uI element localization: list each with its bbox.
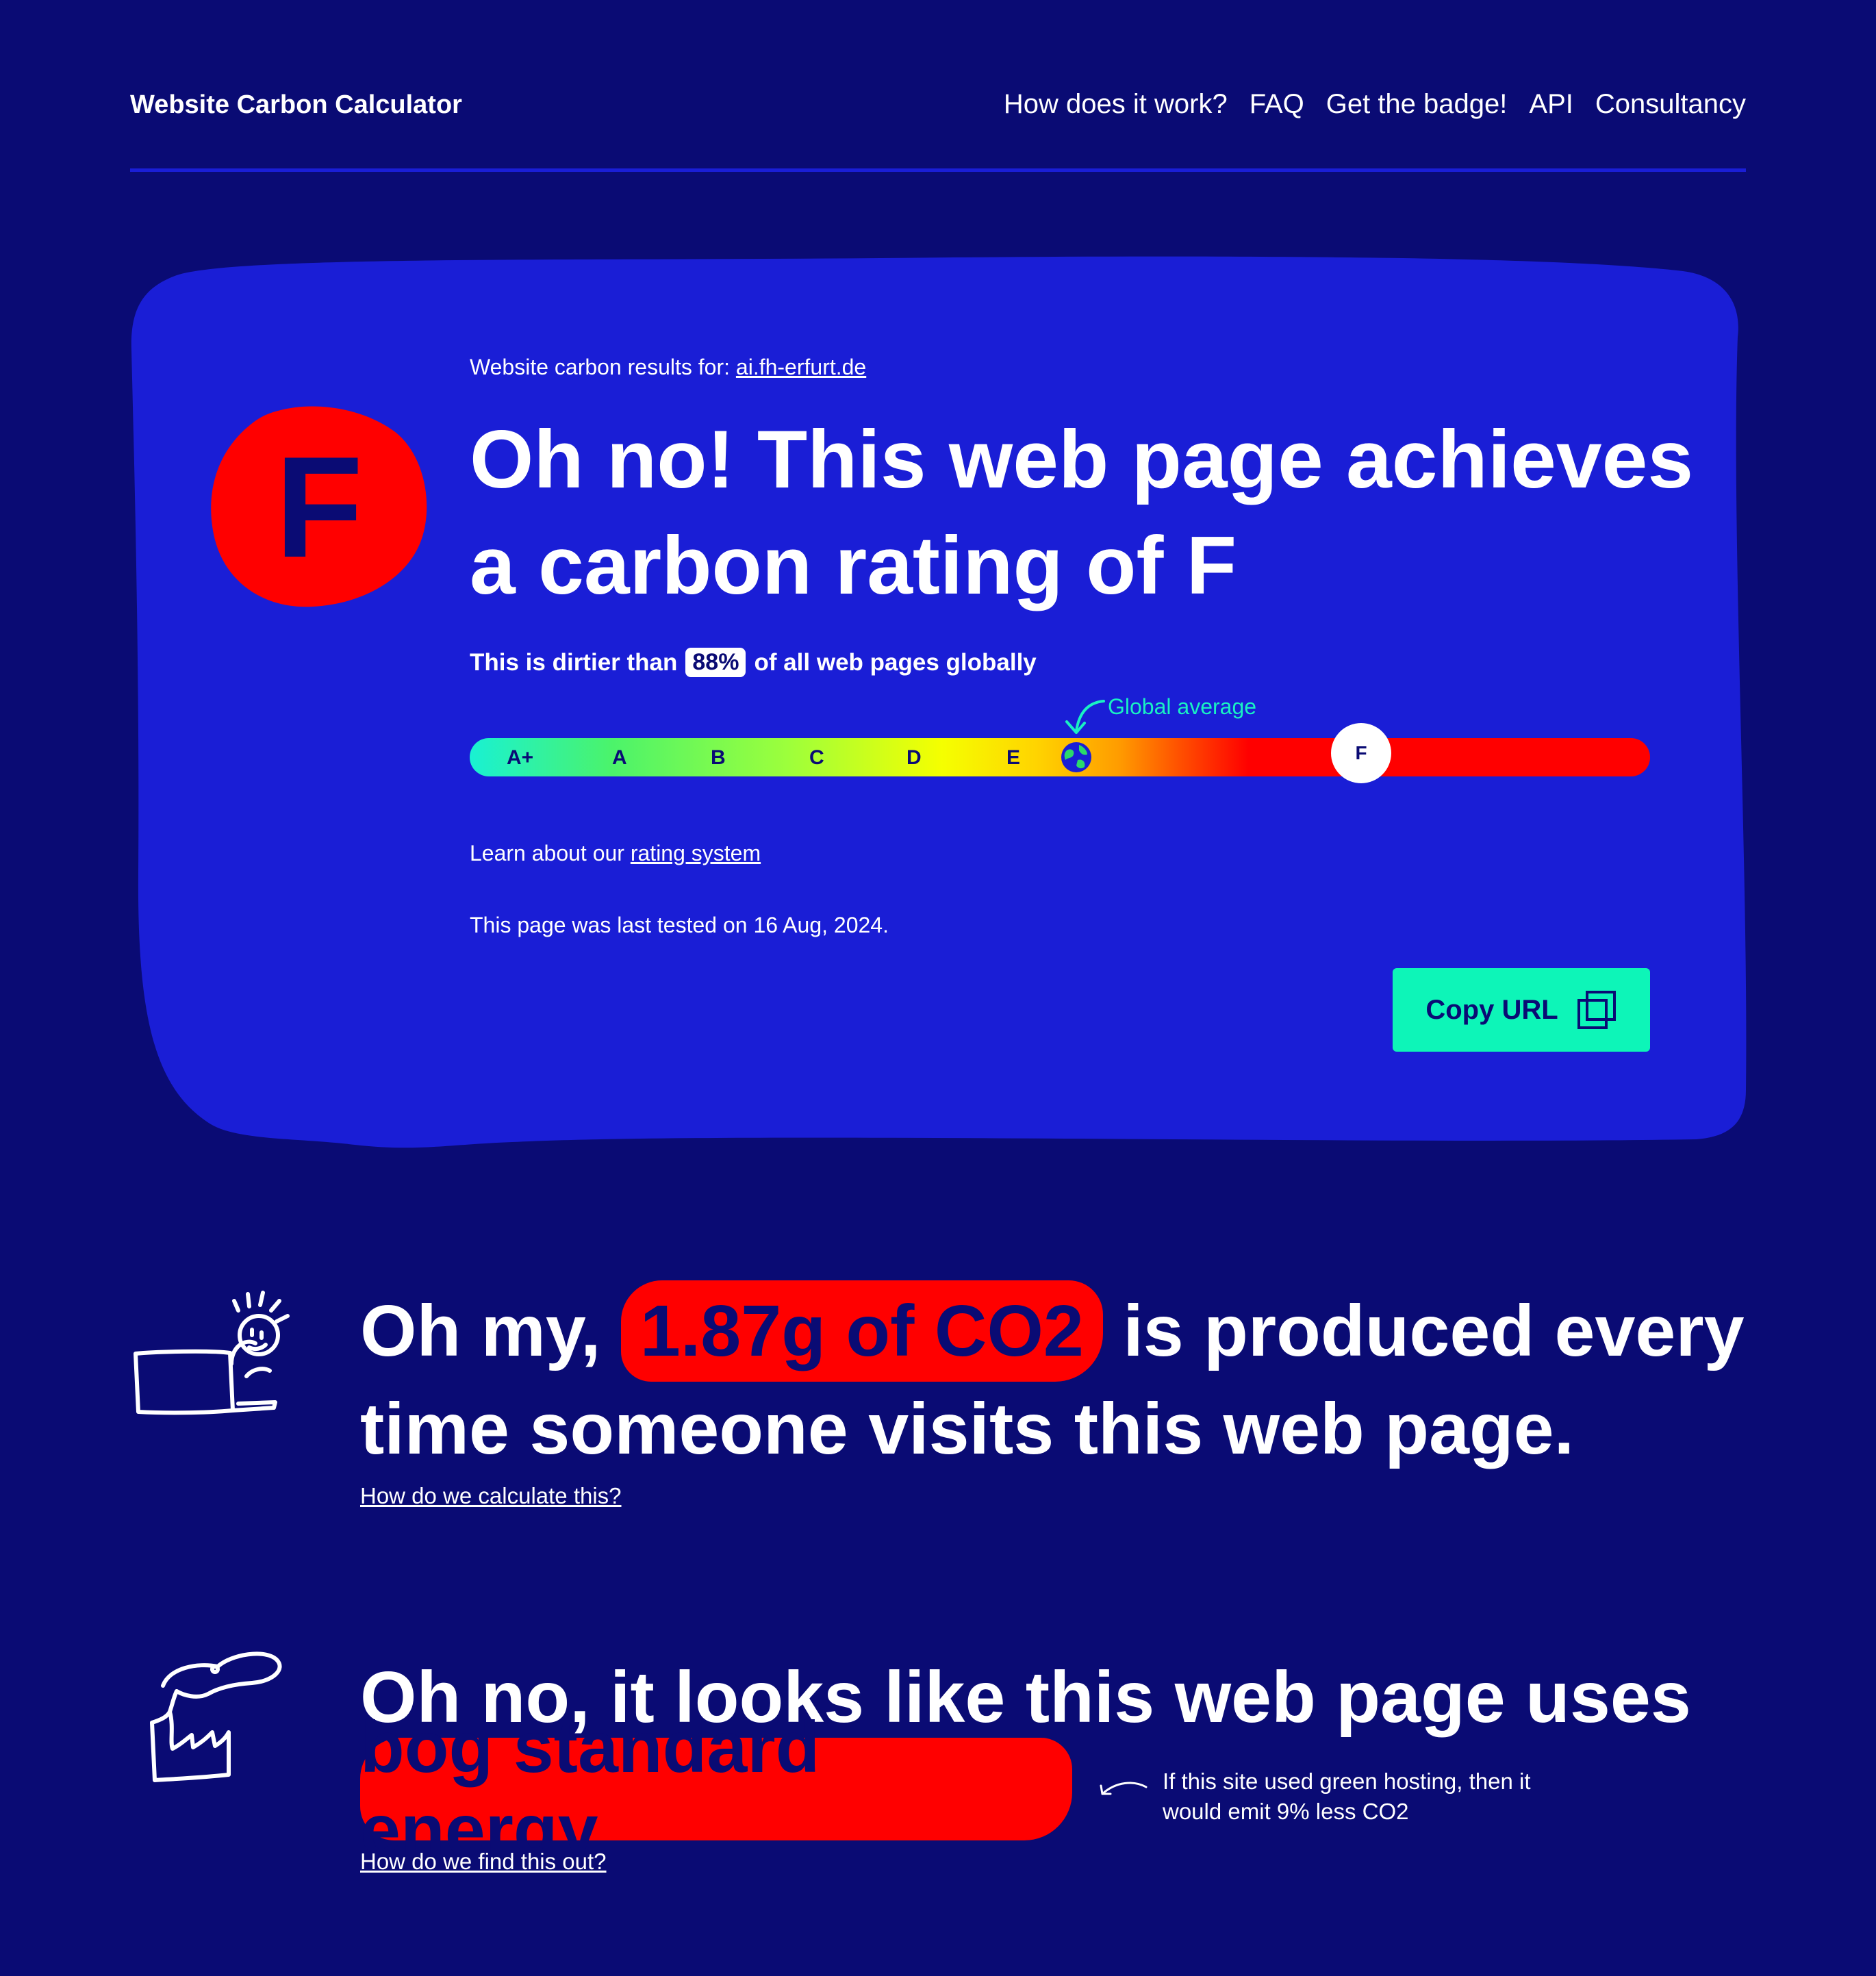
nav-api[interactable]: API bbox=[1529, 89, 1573, 120]
dirtier-prefix: This is dirtier than bbox=[470, 648, 678, 676]
scale-label-b: B bbox=[711, 746, 726, 769]
site-header: Website Carbon Calculator How does it wo… bbox=[130, 82, 1746, 171]
dirtier-suffix: of all web pages globally bbox=[754, 648, 1037, 676]
laptop-person-illustration bbox=[134, 1291, 290, 1415]
scale-label-d: D bbox=[907, 746, 922, 769]
calculate-link[interactable]: How do we calculate this? bbox=[360, 1483, 622, 1509]
nav-consultancy[interactable]: Consultancy bbox=[1595, 89, 1746, 120]
copy-url-button[interactable]: Copy URL bbox=[1393, 968, 1650, 1052]
result-label-prefix: Website carbon results for: bbox=[470, 355, 731, 379]
rating-system-link[interactable]: rating system bbox=[631, 841, 761, 865]
dirtier-statement: This is dirtier than 88% of all web page… bbox=[470, 648, 1037, 677]
result-label: Website carbon results for: ai.fh-erfurt… bbox=[470, 355, 866, 380]
green-hosting-note: If this site used green hosting, then it… bbox=[1163, 1769, 1531, 1824]
rating-marker: F bbox=[1331, 723, 1391, 783]
nav-get-badge[interactable]: Get the badge! bbox=[1326, 89, 1508, 120]
globe-icon bbox=[1061, 742, 1091, 772]
global-average-label: Global average bbox=[1108, 694, 1257, 719]
site-brand[interactable]: Website Carbon Calculator bbox=[130, 90, 462, 120]
result-headline: Oh no! This web page achieves a carbon r… bbox=[470, 414, 1694, 611]
co2-statement: Oh my, 1.87g of CO2 is produced every ti… bbox=[360, 1280, 1798, 1476]
co2-prefix: Oh my, bbox=[360, 1291, 601, 1371]
header-divider bbox=[130, 168, 1746, 172]
scale-label-e: E bbox=[1006, 746, 1021, 769]
energy-highlight: bog standard energy bbox=[360, 1707, 1072, 1871]
main-nav: How does it work? FAQ Get the badge! API… bbox=[1004, 89, 1746, 120]
learn-rating: Learn about our rating system bbox=[470, 841, 761, 866]
nav-faq[interactable]: FAQ bbox=[1250, 89, 1304, 120]
result-domain-link[interactable]: ai.fh-erfurt.de bbox=[736, 355, 866, 379]
last-tested-text: This page was last tested on 16 Aug, 202… bbox=[470, 913, 889, 937]
co2-amount-highlight: 1.87g of CO2 bbox=[620, 1280, 1103, 1382]
find-out-link[interactable]: How do we find this out? bbox=[360, 1849, 607, 1875]
copy-url-label: Copy URL bbox=[1425, 994, 1558, 1025]
copy-icon bbox=[1577, 991, 1616, 1029]
scale-label-a: A bbox=[612, 746, 627, 769]
learn-prefix: Learn about our bbox=[470, 841, 624, 865]
scale-label-c: C bbox=[809, 746, 824, 769]
grade-letter: F bbox=[275, 427, 364, 587]
dirtier-percent-badge: 88% bbox=[685, 648, 746, 677]
curved-arrow-icon bbox=[1100, 1782, 1148, 1795]
scale-label-a-plus: A+ bbox=[507, 746, 534, 769]
factory-illustration bbox=[150, 1651, 282, 1782]
nav-how-it-works[interactable]: How does it work? bbox=[1004, 89, 1228, 120]
curved-arrow-icon bbox=[1065, 700, 1105, 734]
